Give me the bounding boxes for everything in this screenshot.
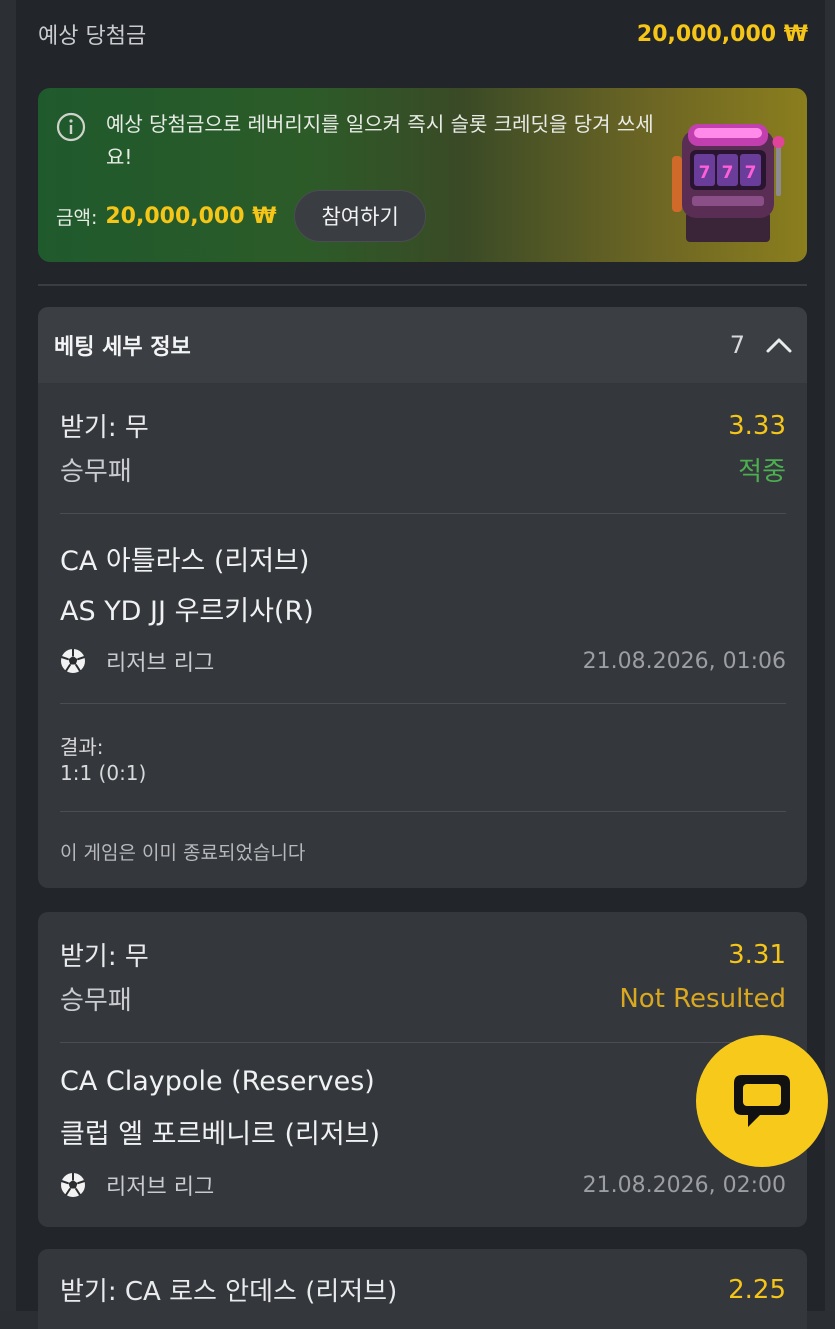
result-label: 결과: (60, 735, 104, 759)
bet-status: 적중 (738, 457, 786, 487)
market-row: 승무패 Not Resulted (60, 980, 786, 1017)
pick-row: 받기: 무 3.33 (60, 407, 786, 444)
pick-label: 받기: 무 (60, 413, 149, 443)
market-row: 승무패 적중 (60, 451, 786, 488)
league-name: 리저브 리그 (106, 1175, 215, 1200)
league-info: 리저브 리그 (60, 645, 214, 677)
chevron-up-icon[interactable] (765, 336, 793, 354)
info-icon (56, 112, 86, 142)
bet-card: 받기: CA 로스 안데스 (리저브) 2.25 (38, 1249, 807, 1329)
card-divider (60, 703, 786, 704)
odds-value: 3.33 (728, 410, 786, 441)
pick-row: 받기: 무 3.31 (60, 936, 786, 973)
bet-status: Not Resulted (619, 983, 786, 1014)
selection-count: 7 (729, 331, 745, 359)
odds-value: 2.25 (728, 1274, 786, 1305)
bet-details-title: 베팅 세부 정보 (54, 335, 191, 360)
team-away: 클럽 엘 포르베니르 (리저브) (60, 1119, 381, 1150)
chat-bubble-icon (734, 1075, 790, 1127)
league-name: 리저브 리그 (106, 651, 215, 676)
market-label: 승무패 (60, 457, 132, 487)
match-datetime: 21.08.2026, 02:00 (582, 1172, 786, 1198)
pick-label: 받기: CA 로스 안데스 (리저브) (60, 1277, 398, 1307)
left-edge (0, 0, 16, 1311)
slot-machine-illustration: 7 7 7 (672, 124, 785, 242)
soccer-ball-icon (61, 649, 85, 673)
game-ended-note: 이 게임은 이미 종료되었습니다 (60, 842, 306, 864)
bet-card: 받기: 무 3.33 승무패 적중 CA 아틀라스 (리저브) AS YD JJ… (38, 383, 807, 888)
chat-button[interactable] (696, 1035, 828, 1167)
result-score: 1:1 (0:1) (60, 761, 147, 785)
card-divider (60, 513, 786, 514)
expected-payout-label: 예상 당첨금 (38, 24, 147, 49)
team-home: CA Claypole (Reserves) (60, 1066, 375, 1097)
league-row: 리저브 리그 21.08.2026, 01:06 (60, 645, 786, 677)
slot-credit-promo-banner: 예상 당첨금으로 레버리지를 일으켜 즉시 슬롯 크레딧을 당겨 쓰세요! 금액… (38, 88, 807, 262)
slot-reel-3: 7 (745, 163, 757, 183)
promo-amount-row: 금액: 20,000,000 ₩ 참여하기 (56, 190, 426, 242)
expected-payout-row: 예상 당첨금 20,000,000 ₩ (38, 12, 808, 56)
team-away: AS YD JJ 우르키사(R) (60, 596, 314, 627)
league-info: 리저브 리그 (60, 1169, 214, 1201)
slot-reel-2: 7 (722, 163, 734, 183)
promo-amount-label: 금액: (56, 206, 98, 229)
odds-value: 3.31 (728, 939, 786, 970)
pick-label: 받기: 무 (60, 942, 149, 972)
section-divider (38, 284, 807, 286)
join-button[interactable]: 참여하기 (294, 190, 426, 242)
bet-details-header[interactable]: 베팅 세부 정보 7 (38, 307, 807, 383)
match-datetime: 21.08.2026, 01:06 (582, 648, 786, 674)
pick-row: 받기: CA 로스 안데스 (리저브) 2.25 (60, 1271, 786, 1308)
promo-message: 예상 당첨금으로 레버리지를 일으켜 즉시 슬롯 크레딧을 당겨 쓰세요! (106, 112, 654, 169)
soccer-ball-icon (61, 1173, 85, 1197)
market-label: 승무패 (60, 986, 132, 1016)
card-divider (60, 1042, 786, 1043)
bet-details-controls: 7 (730, 331, 793, 359)
team-home: CA 아틀라스 (리저브) (60, 546, 310, 577)
slot-reel-1: 7 (699, 163, 711, 183)
bet-card: 받기: 무 3.31 승무패 Not Resulted CA Claypole … (38, 912, 807, 1227)
league-row: 리저브 리그 21.08.2026, 02:00 (60, 1169, 786, 1201)
card-divider (60, 811, 786, 812)
expected-payout-value: 20,000,000 ₩ (636, 21, 808, 47)
promo-amount-value: 20,000,000 ₩ (105, 203, 277, 229)
